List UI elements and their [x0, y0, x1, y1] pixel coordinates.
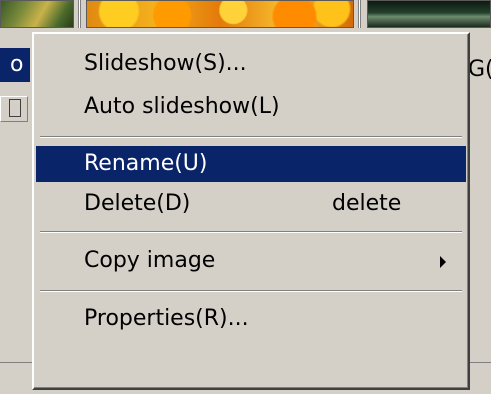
- menu-item-label: Slideshow(S)...: [84, 51, 247, 76]
- menu-item-slideshow[interactable]: Slideshow(S)...: [36, 46, 466, 82]
- menu-item-label: Auto slideshow(L): [84, 94, 280, 119]
- submenu-arrow-icon: [440, 256, 446, 268]
- menu-item-copy-image[interactable]: Copy image: [36, 243, 466, 279]
- divider-line: [0, 362, 32, 363]
- menu-item-label: Rename(U): [84, 151, 208, 176]
- window-control[interactable]: [0, 96, 28, 122]
- thumbnail-image[interactable]: [367, 0, 491, 28]
- menu-item-label: Properties(R)...: [84, 306, 249, 331]
- menu-item-properties[interactable]: Properties(R)...: [36, 301, 466, 337]
- divider-line: [470, 362, 491, 363]
- screen: o G( Slideshow(S)... Auto slideshow(L) R…: [0, 0, 491, 394]
- menu-item-auto-slideshow[interactable]: Auto slideshow(L): [36, 89, 466, 125]
- menu-item-rename[interactable]: Rename(U): [36, 146, 466, 182]
- thumbnail-image[interactable]: [86, 0, 354, 28]
- context-menu: Slideshow(S)... Auto slideshow(L) Rename…: [32, 32, 470, 390]
- menu-separator: [40, 290, 462, 292]
- thumbnail-strip: [0, 0, 491, 30]
- thumbnail-image[interactable]: [0, 0, 74, 28]
- list-row-text: G(: [468, 57, 491, 82]
- menu-separator: [40, 231, 462, 233]
- menu-item-delete[interactable]: Delete(D) delete: [36, 186, 466, 222]
- menu-item-shortcut: delete: [332, 191, 402, 216]
- thumbnail-divider: [78, 0, 81, 28]
- thumbnail-divider: [358, 0, 361, 28]
- menu-item-label: Copy image: [84, 248, 216, 273]
- menu-separator: [40, 136, 462, 138]
- menu-item-label: Delete(D): [84, 191, 191, 216]
- list-row-text: o: [10, 52, 24, 77]
